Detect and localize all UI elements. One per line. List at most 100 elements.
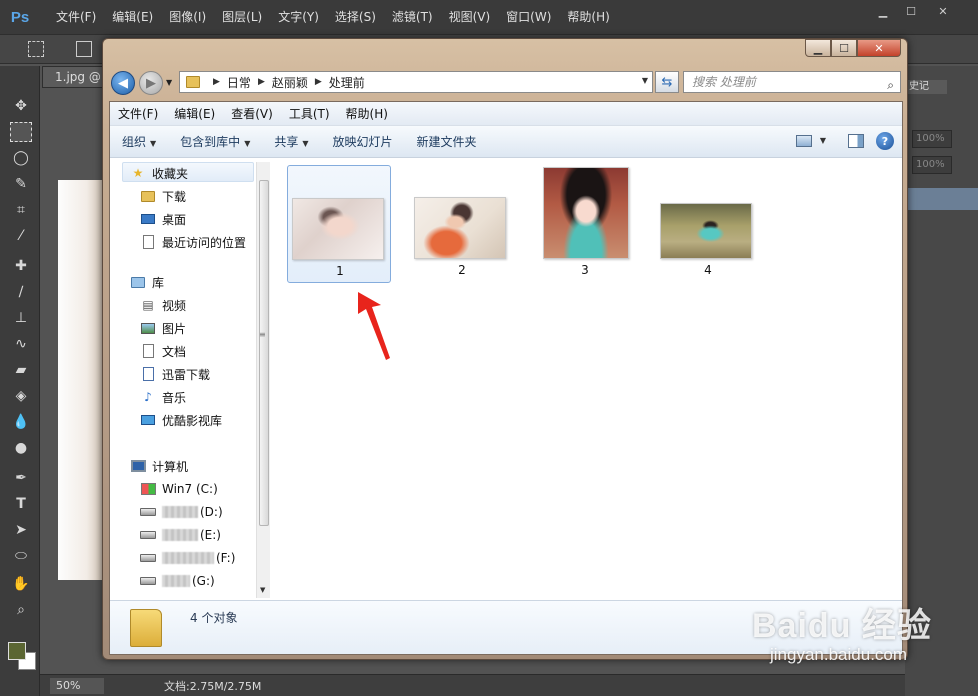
ps-maximize-icon[interactable]: ☐ — [898, 2, 924, 20]
pen-tool-icon[interactable]: ✒ — [10, 468, 32, 488]
breadcrumb-item[interactable]: 赵丽颖 — [272, 74, 308, 91]
breadcrumb-item[interactable]: 处理前 — [329, 74, 365, 91]
slideshow-button[interactable]: 放映幻灯片 — [321, 133, 405, 150]
history-brush-tool-icon[interactable]: ∿ — [10, 334, 32, 354]
address-dropdown-icon[interactable]: ▼ — [642, 76, 648, 85]
address-bar[interactable]: ▶ 日常 ▶ 赵丽颖 ▶ 处理前 ▼ — [179, 71, 653, 93]
marquee-option-icon[interactable] — [28, 41, 44, 57]
minimize-icon[interactable]: ▁ — [805, 39, 831, 57]
nav-downloads[interactable]: 下载 — [140, 185, 186, 207]
new-selection-icon[interactable] — [76, 41, 92, 57]
menu-file[interactable]: 文件(F) — [110, 105, 166, 122]
move-tool-icon[interactable]: ✥ — [10, 96, 32, 116]
blurred-drive-name — [162, 529, 198, 541]
menu-edit[interactable]: 编辑(E) — [166, 105, 223, 122]
nav-computer[interactable]: 计算机 — [130, 455, 188, 477]
brush-tool-icon[interactable]: ∕ — [10, 282, 32, 302]
menu-view[interactable]: 查看(V) — [223, 105, 281, 122]
fill-field[interactable]: 100% — [912, 156, 952, 174]
nav-youku-library[interactable]: 优酷影视库 — [140, 409, 222, 431]
layer-row[interactable] — [907, 188, 978, 210]
ps-menu-filter[interactable]: 滤镜(T) — [384, 0, 441, 34]
history-panel-tab[interactable]: 史记 — [907, 80, 947, 94]
view-dropdown-icon[interactable]: ▼ — [820, 136, 826, 145]
stamp-tool-icon[interactable]: ⊥ — [10, 308, 32, 328]
new-folder-button[interactable]: 新建文件夹 — [405, 133, 489, 150]
nav-libraries[interactable]: 库 — [130, 271, 164, 293]
crop-tool-icon[interactable]: ⌗ — [10, 200, 32, 220]
include-in-library-button[interactable]: 包含到库中 ▼ — [168, 133, 262, 150]
back-arrow-icon[interactable]: ◀ — [111, 71, 135, 95]
healing-brush-tool-icon[interactable]: ✚ — [10, 256, 32, 276]
nav-documents[interactable]: 文档 — [140, 340, 186, 362]
view-options-icon[interactable] — [796, 135, 812, 147]
ps-menu-edit[interactable]: 编辑(E) — [104, 0, 161, 34]
opacity-field[interactable]: 100% — [912, 130, 952, 148]
share-button[interactable]: 共享 ▼ — [262, 133, 320, 150]
nav-drive-d[interactable]: (D:) — [140, 501, 223, 523]
nav-music[interactable]: ♪ 音乐 — [140, 386, 186, 408]
lasso-tool-icon[interactable]: ◯ — [10, 148, 32, 168]
blur-tool-icon[interactable]: 💧 — [10, 412, 32, 432]
maximize-icon[interactable]: ☐ — [831, 39, 857, 57]
file-thumbnail[interactable]: 4 — [656, 165, 760, 283]
path-select-tool-icon[interactable]: ➤ — [10, 520, 32, 540]
nav-pictures[interactable]: 图片 — [140, 317, 186, 339]
nav-drive-g-label: (G:) — [192, 574, 215, 588]
nav-drive-c[interactable]: Win7 (C:) — [140, 478, 218, 500]
breadcrumb-item[interactable]: 日常 — [227, 74, 251, 91]
file-thumbnail[interactable]: 1 — [287, 165, 391, 283]
ps-minimize-icon[interactable]: ▁ — [870, 2, 896, 20]
search-input[interactable]: 搜索 处理前 ⌕ — [683, 71, 901, 93]
ps-menu-file[interactable]: 文件(F) — [48, 0, 104, 34]
preview-pane-icon[interactable] — [848, 134, 864, 148]
type-tool-icon[interactable]: T — [10, 494, 32, 514]
ps-menu-type[interactable]: 文字(Y) — [270, 0, 327, 34]
ps-menu-help[interactable]: 帮助(H) — [559, 0, 617, 34]
zoom-tool-icon[interactable]: ⌕ — [10, 600, 32, 620]
scrollbar-thumb[interactable] — [259, 180, 269, 526]
ps-menu-layer[interactable]: 图层(L) — [214, 0, 270, 34]
paint-bucket-tool-icon[interactable]: ◈ — [10, 386, 32, 406]
search-icon[interactable]: ⌕ — [887, 75, 894, 95]
navigation-scrollbar[interactable]: ≡ ▼ — [256, 162, 270, 598]
dodge-tool-icon[interactable]: ● — [10, 438, 32, 458]
nav-recent-places[interactable]: 最近访问的位置 — [140, 231, 246, 253]
zoom-level[interactable]: 50% — [50, 677, 104, 694]
nav-xunlei-downloads[interactable]: 迅雷下载 — [140, 363, 210, 385]
history-dropdown-icon[interactable]: ▼ — [166, 78, 172, 87]
ps-menu-image[interactable]: 图像(I) — [161, 0, 214, 34]
nav-drive-g[interactable]: (G:) — [140, 570, 215, 592]
refresh-icon[interactable]: ⇆ — [655, 71, 679, 93]
eraser-tool-icon[interactable]: ▰ — [10, 360, 32, 380]
marquee-tool-icon[interactable] — [10, 122, 32, 142]
ps-menu-select[interactable]: 选择(S) — [327, 0, 384, 34]
file-thumbnail[interactable]: 2 — [410, 165, 514, 283]
video-icon: ▤ — [142, 298, 154, 312]
menu-tools[interactable]: 工具(T) — [281, 105, 338, 122]
nav-favorites[interactable]: ★ 收藏夹 — [130, 162, 188, 184]
menu-help[interactable]: 帮助(H) — [338, 105, 396, 122]
ps-close-icon[interactable]: ✕ — [930, 2, 956, 20]
nav-videos[interactable]: ▤ 视频 — [140, 294, 186, 316]
breadcrumb-separator-icon[interactable]: ▶ — [258, 77, 265, 87]
nav-drive-f[interactable]: (F:) — [140, 547, 235, 569]
scroll-down-arrow-icon[interactable]: ▼ — [260, 586, 265, 594]
help-icon[interactable]: ? — [876, 132, 894, 150]
forward-arrow-icon[interactable]: ▶ — [139, 71, 163, 95]
close-icon[interactable]: ✕ — [857, 39, 901, 57]
eyedropper-tool-icon[interactable]: ⁄ — [10, 226, 32, 246]
hand-tool-icon[interactable]: ✋ — [10, 574, 32, 594]
breadcrumb-separator-icon[interactable]: ▶ — [213, 77, 220, 87]
ps-menu-window[interactable]: 窗口(W) — [498, 0, 559, 34]
ps-canvas[interactable] — [58, 180, 106, 580]
quick-select-tool-icon[interactable]: ✎ — [10, 174, 32, 194]
nav-desktop[interactable]: 桌面 — [140, 208, 186, 230]
ps-menu-view[interactable]: 视图(V) — [441, 0, 499, 34]
organize-button[interactable]: 组织 ▼ — [110, 133, 168, 150]
file-thumbnail[interactable]: 3 — [533, 165, 637, 283]
foreground-color-swatch[interactable] — [8, 642, 26, 660]
nav-drive-e[interactable]: (E:) — [140, 524, 221, 546]
breadcrumb-separator-icon[interactable]: ▶ — [315, 77, 322, 87]
shape-tool-icon[interactable]: ⬭ — [10, 546, 32, 566]
